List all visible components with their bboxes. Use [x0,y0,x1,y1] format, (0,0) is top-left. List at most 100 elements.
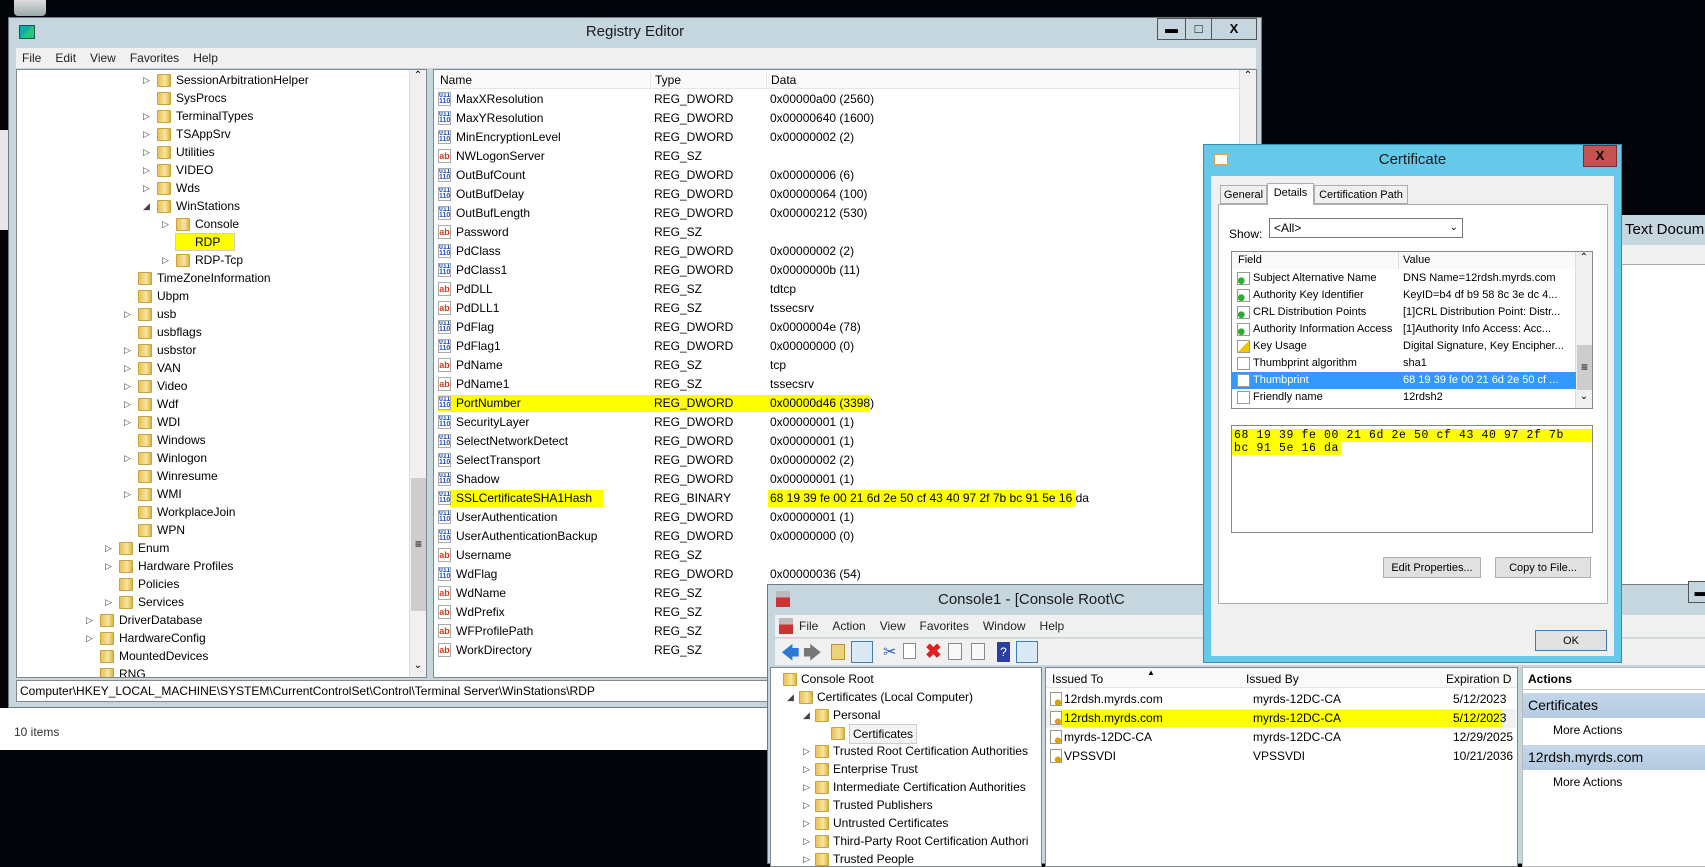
value-row[interactable]: 011 110 OutBufDelay REG_DWORD 0x00000064 (10… [434,185,1234,204]
column-issued-by[interactable]: Issued By [1246,672,1299,686]
value-row[interactable]: ab PdDLL1 REG_SZ tssecsrv [434,299,1234,318]
column-type[interactable]: Type [650,73,681,87]
copy-icon[interactable] [903,643,916,659]
tree-item-wmi[interactable]: ▷ WMI [17,485,409,503]
key-tree[interactable]: ⌃ ≡ ⌄ ▷ SessionArbitrationHelper SysProcs ▷… [16,69,427,678]
tree-item-timezoneinformation[interactable]: TimeZoneInformation [17,269,409,287]
expand-arrow-icon[interactable]: ▷ [803,760,810,778]
scroll-up-icon[interactable]: ⌃ [410,70,426,87]
certificate-list[interactable]: Issued To ▲ Issued By Expiration D 12rds… [1045,667,1518,867]
tree-item-services[interactable]: ▷ Services [17,593,409,611]
tab-general[interactable]: General [1220,185,1267,204]
tree-item-tsappsrv[interactable]: ▷ TSAppSrv [17,125,409,143]
value-row[interactable]: 011 110 OutBufCount REG_DWORD 0x00000006 (6) [434,166,1234,185]
tree-item-winresume[interactable]: Winresume [17,467,409,485]
column-data[interactable]: Data [766,73,796,87]
tab-certification-path[interactable]: Certification Path [1314,185,1408,204]
field-row[interactable]: Friendly name 12rdsh2 [1232,389,1576,406]
tree-item-workplacejoin[interactable]: WorkplaceJoin [17,503,409,521]
expand-arrow-icon[interactable]: ▷ [86,629,93,647]
menu-file[interactable]: File [799,619,818,633]
tree-item-wdf[interactable]: ▷ Wdf [17,395,409,413]
tree-item-wds[interactable]: ▷ Wds [17,179,409,197]
collapse-arrow-icon[interactable]: ◢ [143,197,150,215]
tree-item-utilities[interactable]: ▷ Utilities [17,143,409,161]
tree-item-terminaltypes[interactable]: ▷ TerminalTypes [17,107,409,125]
tree-item-usbflags[interactable]: usbflags [17,323,409,341]
value-row[interactable]: 011 110 MaxXResolution REG_DWORD 0x00000a00 … [434,90,1234,109]
console-tree-item[interactable]: ◢ Personal [771,706,1041,724]
tree-item-usbstor[interactable]: ▷ usbstor [17,341,409,359]
console-tree-item[interactable]: Console Root [771,670,1041,688]
tree-item-sessionarbitrationhelper[interactable]: ▷ SessionArbitrationHelper [17,71,409,89]
field-detail-text[interactable]: 68 19 39 fe 00 21 6d 2e 50 cf 43 40 97 2… [1231,425,1593,533]
console-tree-item[interactable]: ▷ Third-Party Root Certification Authori [771,832,1041,850]
value-row[interactable]: 011 110 PdClass REG_DWORD 0x00000002 (2) [434,242,1234,261]
edit-properties-button[interactable]: Edit Properties... [1383,557,1481,578]
expand-arrow-icon[interactable]: ▷ [803,796,810,814]
tree-item-van[interactable]: ▷ VAN [17,359,409,377]
export-list-icon[interactable] [971,643,985,660]
tree-item-policies[interactable]: Policies [17,575,409,593]
more-actions-link[interactable]: More Actions [1523,718,1705,742]
field-row[interactable]: Thumbprint 68 19 39 fe 00 21 6d 2e 50 cf … [1232,372,1576,389]
tree-item-enum[interactable]: ▷ Enum [17,539,409,557]
menu-file[interactable]: File [22,51,41,65]
expand-arrow-icon[interactable]: ▷ [124,413,131,431]
tree-item-mounteddevices[interactable]: MountedDevices [17,647,409,665]
tree-scrollbar[interactable]: ⌃ ≡ ⌄ [409,70,426,677]
properties-icon[interactable] [948,643,962,660]
tree-item-hardware-profiles[interactable]: ▷ Hardware Profiles [17,557,409,575]
console-tree-item[interactable]: ▷ Untrusted Certificates [771,814,1041,832]
expand-arrow-icon[interactable]: ▷ [105,593,112,611]
up-folder-icon[interactable] [831,644,845,660]
dialog-close-button[interactable]: X [1583,145,1617,167]
expand-arrow-icon[interactable]: ▷ [124,359,131,377]
delete-icon[interactable]: ✖ [925,639,942,664]
expand-arrow-icon[interactable]: ▷ [105,539,112,557]
value-row[interactable]: ab NWLogonServer REG_SZ [434,147,1234,166]
value-row[interactable]: 011 110 SelectTransport REG_DWORD 0x00000002… [434,451,1234,470]
value-row[interactable]: ab PdName REG_SZ tcp [434,356,1234,375]
more-actions-link[interactable]: More Actions [1523,770,1705,794]
console-minimize-button[interactable]: ▬ [1688,581,1705,603]
expand-arrow-icon[interactable]: ▷ [105,557,112,575]
tree-item-usb[interactable]: ▷ usb [17,305,409,323]
expand-arrow-icon[interactable]: ▷ [803,814,810,832]
console-tree-item[interactable]: ▷ Trusted Publishers [771,796,1041,814]
tree-item-windows[interactable]: Windows [17,431,409,449]
field-row[interactable]: Thumbprint algorithm sha1 [1232,355,1576,372]
tree-item-winstations[interactable]: ◢ WinStations [17,197,409,215]
expand-arrow-icon[interactable]: ▷ [124,341,131,359]
value-row[interactable]: 011 110 SelectNetworkDetect REG_DWORD 0x0000… [434,432,1234,451]
expand-arrow-icon[interactable]: ▷ [124,305,131,323]
menu-edit[interactable]: Edit [55,51,76,65]
value-row[interactable]: 011 110 PortNumber REG_DWORD 0x00000d46 (339… [434,394,1234,413]
tree-item-hardwareconfig[interactable]: ▷ HardwareConfig [17,629,409,647]
tree-item-wdi[interactable]: ▷ WDI [17,413,409,431]
field-row[interactable]: Subject Alternative Name DNS Name=12rdsh.… [1232,270,1576,287]
expand-arrow-icon[interactable]: ▷ [803,832,810,850]
copy-to-file-button[interactable]: Copy to File... [1495,557,1591,578]
value-row[interactable]: ab Password REG_SZ [434,223,1234,242]
close-button[interactable]: X [1211,18,1257,40]
value-row[interactable]: ab PdDLL REG_SZ tdtcp [434,280,1234,299]
scroll-thumb[interactable]: ≡ [1577,345,1592,390]
help-icon[interactable]: ? [997,642,1010,662]
menu-window[interactable]: Window [983,619,1026,633]
expand-arrow-icon[interactable]: ▷ [143,161,150,179]
show-dropdown[interactable]: <All> ⌄ [1269,218,1463,238]
fields-list[interactable]: Field Value ⌃ ≡ ⌄ Subject Alternative Na… [1231,251,1593,409]
column-expiration[interactable]: Expiration D [1446,672,1511,686]
value-row[interactable]: 011 110 PdFlag1 REG_DWORD 0x00000000 (0) [434,337,1234,356]
tree-item-winlogon[interactable]: ▷ Winlogon [17,449,409,467]
tree-item-driverdatabase[interactable]: ▷ DriverDatabase [17,611,409,629]
menu-view[interactable]: View [880,619,906,633]
expand-arrow-icon[interactable]: ▷ [162,215,169,233]
expand-arrow-icon[interactable]: ▷ [143,179,150,197]
scroll-thumb[interactable]: ≡ [411,478,426,611]
collapse-arrow-icon[interactable]: ◢ [787,688,794,706]
expand-arrow-icon[interactable]: ▷ [803,742,810,760]
tree-item-wpn[interactable]: WPN [17,521,409,539]
expand-arrow-icon[interactable]: ▷ [143,143,150,161]
